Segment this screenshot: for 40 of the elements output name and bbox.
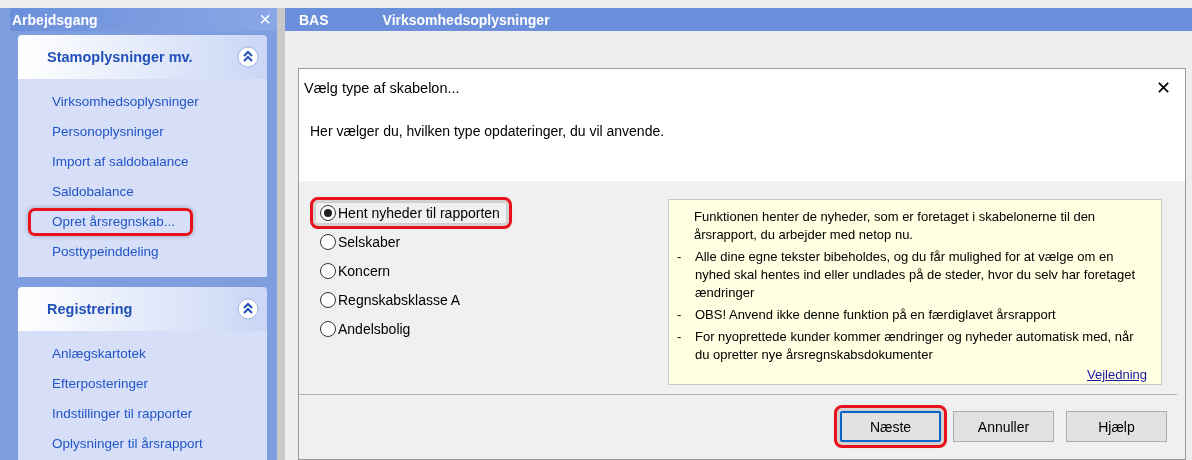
dialog-button[interactable]: Annuller (953, 411, 1054, 442)
bullet-dash: - (677, 248, 683, 266)
sidebar-link[interactable]: Opret årsregnskab... (30, 210, 192, 234)
info-text: Funktionen henter de nyheder, som er foretaget i skabelonerne til den årsrapport, du arbejder med netop nu. (693, 208, 1097, 244)
dialog-title: Vælg type af skabelon... (304, 80, 460, 96)
radio-option[interactable]: Selskaber (316, 232, 506, 252)
collapse-icon[interactable] (237, 46, 259, 68)
collapse-icon[interactable] (237, 298, 259, 320)
page-title: Virksomhedsoplysninger (382, 11, 550, 28)
instruction-text: Her vælger du, hvilken type opdateringer, du vil anvende. (310, 123, 666, 139)
radio-icon[interactable] (320, 321, 336, 337)
panel-title: Stamoplysninger mv. (47, 49, 193, 65)
sidebar-title: Arbejdsgang (12, 11, 98, 28)
info-text: Alle dine egne tekster bibeholdes, og du får mulighed for at vælge om en nyhed skal hentes ind eller undlades på de steder, hvor du selv har foretaget ændringer (695, 248, 1137, 302)
sidebar-link[interactable]: Efterposteringer (52, 369, 149, 399)
radio-icon[interactable] (320, 263, 336, 279)
radio-icon[interactable] (320, 292, 336, 308)
sidebar-link[interactable]: Posttypeinddeling (52, 237, 159, 267)
sidebar-link[interactable]: Personoplysninger (52, 117, 164, 147)
close-button[interactable]: ✕ (1152, 77, 1175, 99)
radio-icon[interactable] (320, 205, 336, 221)
sidebar-link[interactable]: Anlægskartotek (52, 339, 146, 369)
help-link[interactable]: Vejledning (1087, 366, 1147, 384)
sidebar-link[interactable]: Import af saldobalance (52, 147, 189, 177)
sidebar-link[interactable]: Oplysninger til årsrapport (52, 429, 203, 459)
dialog-button[interactable]: Hjælp (1066, 411, 1167, 442)
radio-option[interactable]: Andelsbolig (316, 319, 506, 339)
sidebar-link[interactable]: Indstillinger til rapporter (52, 399, 193, 429)
sidebar-link[interactable]: Virksomhedsoplysninger (52, 87, 199, 117)
bullet-dash: - (677, 306, 683, 324)
info-text: For nyoprettede kunder kommer ændringer og nyheder automatisk med, når du opretter nye årsregnskabsdokumenter (695, 328, 1135, 364)
info-text: OBS! Anvend ikke denne funktion på en færdiglavet årsrapport (695, 306, 1056, 324)
app-name: BAS (299, 11, 329, 28)
sidebar-link[interactable]: Saldobalance (52, 177, 134, 207)
panel-title: Registrering (47, 301, 133, 317)
radio-icon[interactable] (320, 234, 336, 250)
radio-option[interactable]: Koncern (316, 261, 506, 281)
radio-option[interactable]: Regnskabsklasse A (316, 290, 506, 310)
bullet-dash: - (677, 328, 683, 346)
radio-option[interactable]: Hent nyheder til rapporten (316, 203, 506, 223)
